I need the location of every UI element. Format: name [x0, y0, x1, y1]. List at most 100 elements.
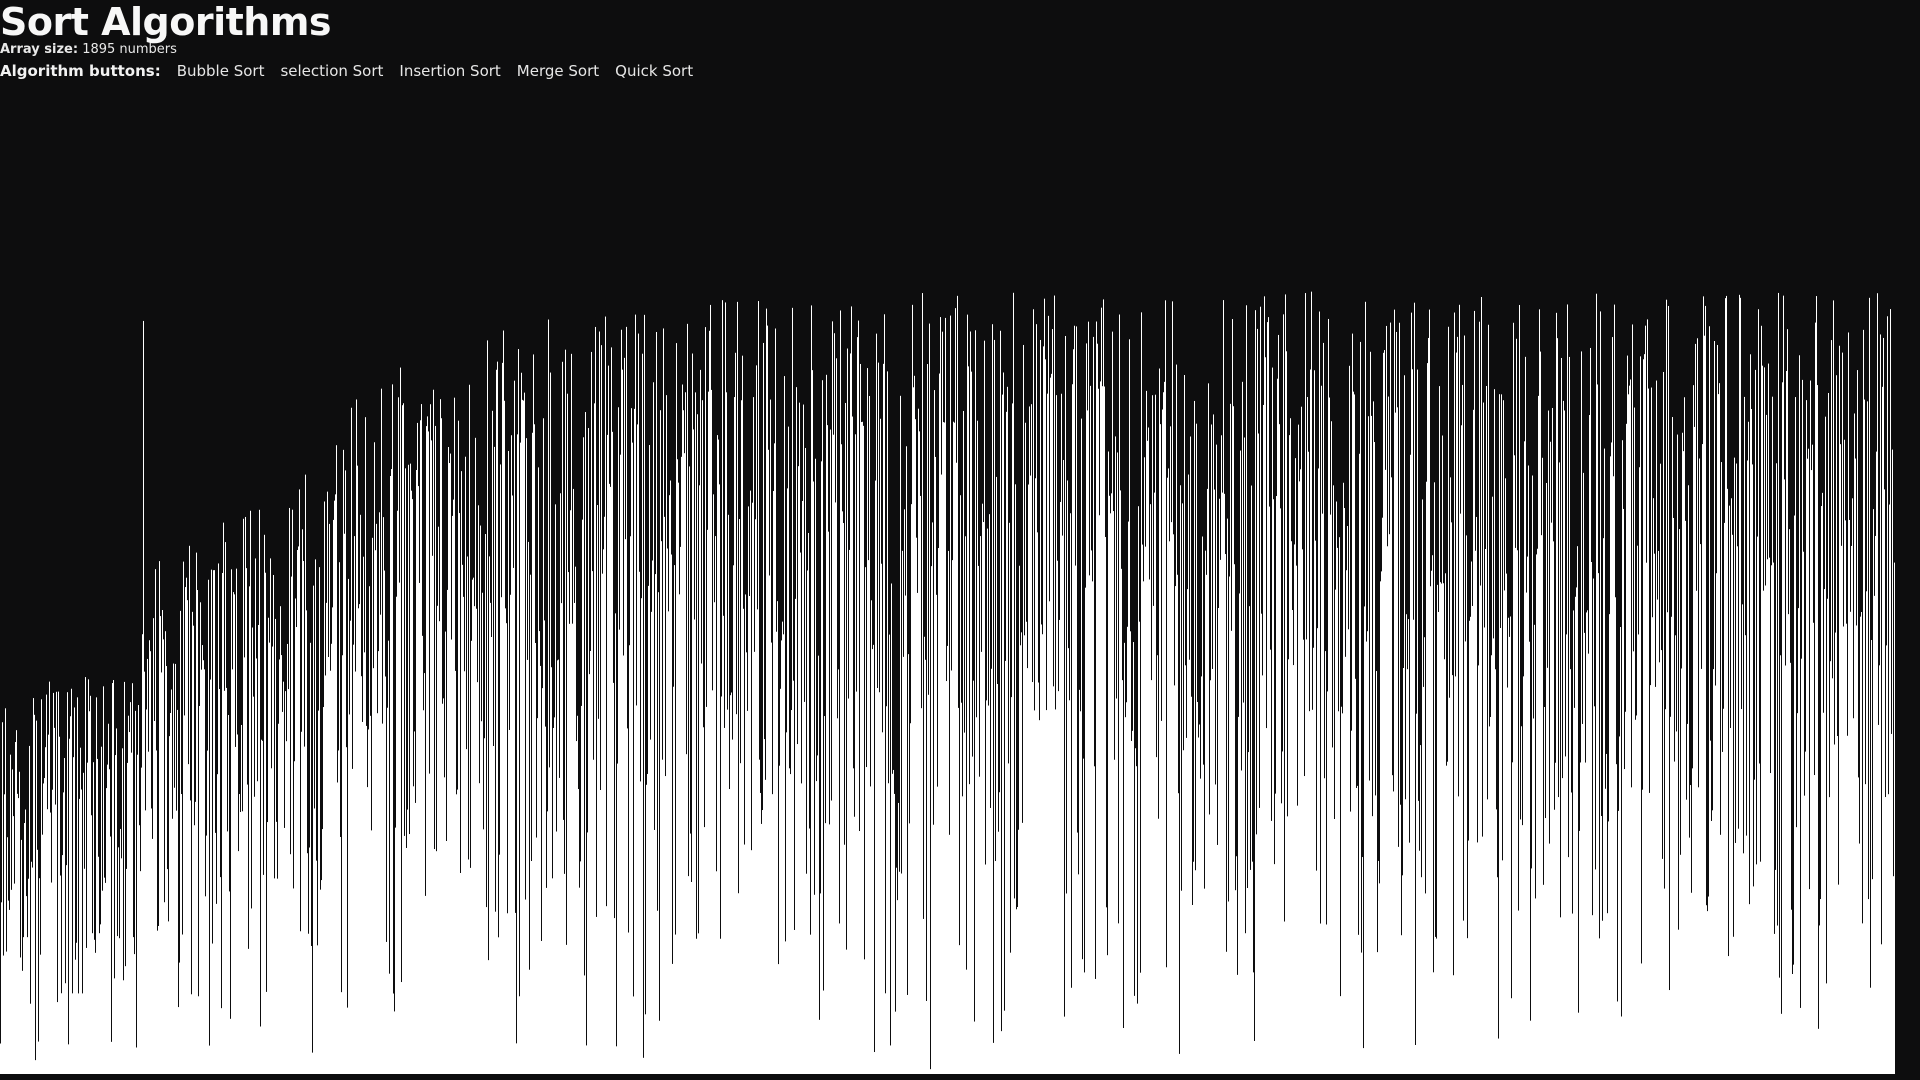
array-bar — [1794, 515, 1795, 1074]
array-bar — [695, 392, 696, 1074]
array-bar — [1446, 765, 1447, 1074]
array-bar — [1638, 634, 1639, 1074]
array-bar — [1233, 406, 1234, 1074]
merge-sort-button[interactable]: Merge Sort — [517, 62, 599, 80]
array-bar — [1337, 547, 1338, 1074]
array-bar — [1289, 435, 1290, 1074]
array-bar — [101, 746, 102, 1074]
array-bar — [265, 572, 266, 1074]
array-bar — [1323, 342, 1324, 1074]
array-bar — [666, 395, 667, 1074]
array-bar — [1029, 406, 1030, 1074]
array-bar — [1153, 605, 1154, 1074]
array-bar — [87, 762, 88, 1074]
array-bar — [1112, 331, 1113, 1074]
array-bar — [1859, 843, 1860, 1074]
array-bar — [1108, 451, 1109, 1074]
array-bar — [106, 788, 107, 1074]
array-bar — [932, 522, 933, 1074]
array-bar — [1152, 395, 1153, 1074]
array-bar — [909, 823, 910, 1074]
array-bar — [1468, 840, 1469, 1074]
bubble-sort-button[interactable]: Bubble Sort — [177, 62, 265, 80]
array-bar — [1812, 444, 1813, 1074]
array-bar — [499, 854, 500, 1074]
array-bar — [1584, 632, 1585, 1074]
array-bar — [667, 548, 668, 1074]
array-bar — [507, 913, 508, 1074]
array-bar — [1424, 637, 1425, 1074]
array-bar — [364, 652, 365, 1074]
array-bar — [680, 546, 681, 1074]
array-bar — [440, 399, 441, 1074]
array-bar — [4, 794, 5, 1074]
selection-sort-button[interactable]: selection Sort — [280, 62, 383, 80]
array-bar — [441, 418, 442, 1074]
array-bar — [1548, 410, 1549, 1074]
array-bar — [74, 707, 75, 1074]
array-bar — [1526, 592, 1527, 1074]
array-bar — [846, 949, 847, 1074]
array-bar — [1733, 936, 1734, 1074]
array-bar — [1305, 293, 1306, 1074]
array-bar — [843, 523, 844, 1074]
array-bar — [660, 410, 661, 1074]
array-bar — [342, 655, 343, 1074]
quick-sort-button[interactable]: Quick Sort — [615, 62, 693, 80]
array-bar — [446, 840, 447, 1074]
array-bar — [1669, 990, 1670, 1074]
array-bar — [423, 710, 424, 1074]
array-bar — [784, 376, 785, 1074]
array-bar — [1046, 710, 1047, 1074]
array-bar — [606, 906, 607, 1074]
array-bar — [1660, 463, 1661, 1074]
array-bar — [516, 1043, 517, 1074]
array-bar — [1291, 541, 1292, 1074]
array-bar — [42, 834, 43, 1074]
array-bar — [806, 873, 807, 1074]
array-bar — [134, 954, 135, 1074]
array-bar — [1372, 816, 1373, 1074]
array-bar — [880, 418, 881, 1074]
array-bar — [898, 802, 899, 1074]
array-bar — [1408, 619, 1409, 1074]
array-bar — [223, 522, 224, 1074]
array-bar — [1621, 1016, 1622, 1074]
array-bar — [111, 1041, 112, 1074]
array-bar — [927, 364, 928, 1074]
array-bar — [612, 431, 613, 1074]
array-bar — [1071, 987, 1072, 1074]
array-bar — [858, 320, 859, 1074]
array-bar — [1222, 492, 1223, 1074]
array-bar — [72, 993, 73, 1074]
array-bar — [1117, 452, 1118, 1074]
array-bar — [713, 494, 714, 1074]
array-bar — [396, 596, 397, 1074]
array-bar — [1492, 496, 1493, 1074]
array-bar — [736, 714, 737, 1074]
array-bar — [808, 532, 809, 1074]
array-bar — [1487, 799, 1488, 1074]
array-bar — [1126, 702, 1127, 1074]
array-bar — [1315, 540, 1316, 1074]
array-bar — [32, 867, 33, 1074]
array-bar — [349, 714, 350, 1074]
array-bar — [115, 755, 116, 1074]
array-bar — [484, 738, 485, 1074]
array-bar — [553, 727, 554, 1074]
array-bar — [1132, 730, 1133, 1074]
array-bar — [426, 426, 427, 1074]
array-bar — [1011, 697, 1012, 1074]
array-bar — [1807, 458, 1808, 1074]
array-bar — [233, 592, 234, 1074]
array-bar — [69, 738, 70, 1074]
array-bar — [1857, 370, 1858, 1074]
array-bar — [1274, 864, 1275, 1074]
insertion-sort-button[interactable]: Insertion Sort — [399, 62, 500, 80]
array-bar — [1216, 444, 1217, 1074]
array-bar — [621, 329, 622, 1074]
array-bar — [1319, 311, 1320, 1074]
array-bar — [1759, 763, 1760, 1074]
array-bar — [1856, 625, 1857, 1074]
array-bar — [168, 921, 169, 1074]
